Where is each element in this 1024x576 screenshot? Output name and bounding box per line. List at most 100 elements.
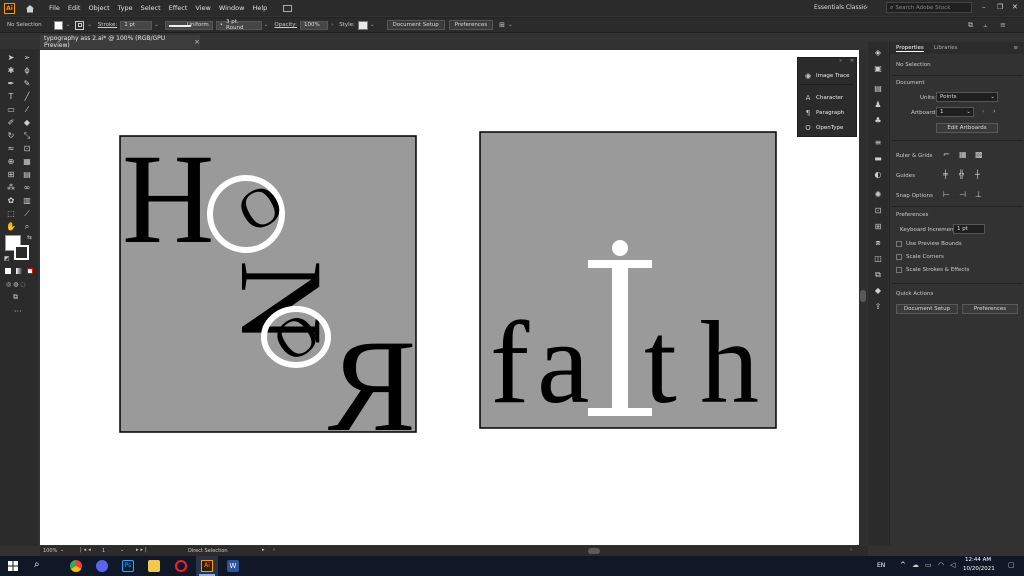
shape-builder-icon[interactable]: ⊕ — [6, 157, 16, 167]
chevron-down-icon[interactable]: ⌄ — [370, 22, 375, 28]
stroke-weight-field[interactable]: 1 pt — [120, 20, 153, 30]
slice-tool-icon[interactable]: ⟋ — [22, 209, 32, 219]
selection-tool-icon[interactable]: ➤ — [6, 53, 16, 63]
windows-start-icon[interactable] — [8, 561, 18, 571]
chevron-down-icon[interactable]: ⌄ — [508, 22, 513, 28]
letter-r-mirrored[interactable]: R — [328, 312, 416, 459]
document-setup-button[interactable]: Document Setup — [386, 20, 445, 30]
curvature-tool-icon[interactable]: ✎ — [22, 79, 32, 89]
zoom-level[interactable]: 100% — [43, 548, 57, 554]
menu-type[interactable]: Type — [118, 4, 133, 12]
units-select[interactable]: Points ⌄ — [936, 92, 998, 102]
pathfinder-panel-icon[interactable]: ⧈ — [873, 238, 883, 248]
mesh-tool-icon[interactable]: ⊞ — [6, 170, 16, 180]
chevron-down-icon[interactable]: ⌄ — [66, 22, 71, 28]
align-icon[interactable]: ⊞ — [499, 21, 505, 29]
chevron-down-icon[interactable]: ⌄ — [264, 22, 269, 28]
eraser-icon[interactable]: ◆ — [22, 118, 32, 128]
paragraph-item[interactable]: ¶ Paragraph — [804, 109, 844, 117]
swap-colors-icon[interactable]: ⇆ — [27, 234, 32, 241]
scale-tool-icon[interactable]: ⤡ — [22, 131, 32, 141]
shaper-tool-icon[interactable]: ✐ — [6, 118, 16, 128]
type-tool-icon[interactable]: T — [6, 92, 16, 102]
volume-icon[interactable]: ◁ — [950, 561, 955, 569]
symbol-sprayer-icon[interactable]: ✿ — [6, 196, 16, 206]
artboards-panel-icon[interactable]: ⧉ — [873, 270, 883, 280]
color-mode-icon[interactable] — [5, 268, 11, 274]
workspace-switcher[interactable]: Essentials Classic — [814, 4, 867, 11]
paintbrush-icon[interactable]: ⁄ — [22, 105, 32, 115]
stroke-swatch[interactable] — [75, 20, 85, 30]
chevron-down-icon[interactable]: ⌄ — [120, 547, 124, 553]
opacity-field[interactable]: 100% — [300, 20, 329, 30]
grid-icon[interactable]: ▦ — [959, 150, 967, 159]
chevron-right-icon[interactable]: › — [331, 22, 333, 28]
vertical-scroll-thumb[interactable] — [860, 290, 866, 302]
panel-toggle-icon[interactable]: ⧉ — [968, 21, 973, 30]
hand-tool-icon[interactable]: ✋ — [6, 222, 16, 232]
illustrator-taskbar-active[interactable]: Ai — [196, 556, 218, 576]
opacity-label[interactable]: Opacity: — [274, 22, 297, 28]
search-stock-input[interactable]: ⌕ Search Adobe Stock — [886, 2, 972, 13]
lock-guides-icon[interactable]: ╬ — [959, 170, 964, 179]
close-panel-icon[interactable]: ✕ — [850, 58, 854, 64]
screen-mode-icon[interactable]: ⧉ — [13, 293, 18, 302]
scale-strokes-checkbox[interactable]: Scale Strokes & Effects — [896, 267, 969, 273]
color-panel-icon[interactable]: ✺ — [873, 190, 883, 200]
home-icon[interactable] — [25, 4, 35, 13]
tray-app-icon[interactable]: ☁ — [912, 561, 919, 569]
letter-t[interactable]: t — [644, 297, 677, 428]
fill-swatch[interactable] — [53, 20, 63, 30]
system-tray-chevron-icon[interactable]: ^ — [900, 561, 906, 569]
language-indicator[interactable]: EN — [877, 562, 885, 569]
lasso-icon[interactable]: ϕ — [22, 66, 32, 76]
panel-menu-icon[interactable]: ≡ — [1013, 45, 1018, 51]
menu-file[interactable]: File — [49, 4, 60, 12]
artboard-select[interactable]: 1 ⌄ — [936, 107, 974, 117]
vertical-scrollbar[interactable] — [859, 50, 867, 545]
next-artboard-icon[interactable]: › — [993, 108, 995, 115]
snap-pixel-icon[interactable]: ⊥ — [975, 190, 982, 199]
transform-panel-icon[interactable]: ⊡ — [873, 206, 883, 216]
stroke-profile-select[interactable]: Uniform — [164, 20, 213, 30]
gradient-mode-icon[interactable] — [16, 268, 22, 274]
scroll-left-icon[interactable]: ‹ — [273, 547, 275, 553]
document-tab[interactable]: typography ass 2.ai* @ 100% (RGB/GPU Pre… — [40, 35, 200, 49]
ruler-icon[interactable]: ⌐ — [943, 150, 950, 159]
layers-panel-icon[interactable]: ▣ — [873, 64, 883, 74]
tab-properties[interactable]: Properties — [896, 45, 924, 52]
zoom-tool-icon[interactable]: ⌕ — [22, 222, 32, 232]
clock-date[interactable]: 10/20/2021 — [963, 566, 995, 572]
letter-a[interactable]: a — [537, 297, 589, 428]
artboard-tool-icon[interactable]: ⬚ — [6, 209, 16, 219]
use-preview-bounds-checkbox[interactable]: Use Preview Bounds — [896, 241, 962, 247]
rectangle-tool-icon[interactable]: ▭ — [6, 105, 16, 115]
arrange-icon[interactable]: ⫠ — [983, 21, 987, 30]
notifications-icon[interactable]: ▢ — [1008, 561, 1015, 569]
menu-effect[interactable]: Effect — [169, 4, 188, 12]
scale-corners-checkbox[interactable]: Scale Corners — [896, 254, 944, 260]
stroke-color-swatch[interactable] — [14, 245, 29, 260]
snap-grid-icon[interactable]: ⊣ — [959, 190, 966, 199]
properties-panel-icon[interactable]: ◈ — [873, 48, 883, 58]
transparency-panel-icon[interactable]: ◫ — [873, 254, 883, 264]
snap-point-icon[interactable]: ⊢ — [943, 190, 950, 199]
menu-select[interactable]: Select — [141, 4, 161, 12]
blend-tool-icon[interactable]: ∞ — [22, 183, 32, 193]
artboard-honor[interactable]: H O N O R — [119, 128, 417, 459]
clock-time[interactable]: 12:44 AM — [965, 557, 991, 563]
direct-selection-tool-icon[interactable]: ➢ — [22, 53, 32, 63]
quick-preferences-button[interactable]: Preferences — [962, 304, 1018, 314]
menu-window[interactable]: Window — [219, 4, 245, 12]
discord-icon[interactable] — [96, 560, 108, 572]
collapse-icon[interactable]: » — [839, 58, 842, 64]
more-tools-icon[interactable]: ··· — [14, 307, 22, 316]
close-window-icon[interactable]: ✕ — [1012, 3, 1018, 11]
smart-guides-icon[interactable]: ┼ — [975, 170, 980, 179]
quick-document-setup-button[interactable]: Document Setup — [896, 304, 958, 314]
letter-h-small[interactable]: h — [700, 297, 759, 428]
free-transform-icon[interactable]: ⊡ — [22, 144, 32, 154]
perspective-grid-icon[interactable]: ▦ — [22, 157, 32, 167]
tab-libraries[interactable]: Libraries — [934, 45, 958, 51]
maximize-icon[interactable]: ❐ — [997, 3, 1003, 11]
